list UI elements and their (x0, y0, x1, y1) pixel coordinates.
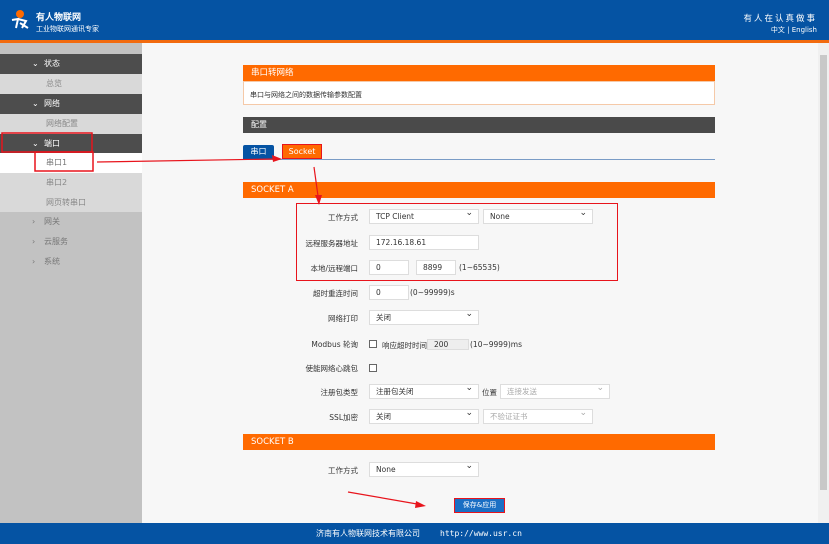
reconnect-hint: (0~99999)s (410, 288, 455, 297)
reg-type-select[interactable]: 注册包关闭 (369, 382, 479, 399)
server-address-input[interactable]: 172.16.18.61 (369, 235, 479, 250)
sidebar-item-serial1[interactable]: 串口1 (0, 153, 142, 173)
heartbeat-checkbox[interactable] (369, 364, 377, 372)
reconnect-label: 超时重连时间 (313, 289, 358, 298)
scrollbar-thumb[interactable] (820, 55, 827, 490)
cert-select[interactable]: 不验证证书 (483, 407, 593, 424)
modbus-label: Modbus 轮询 (311, 340, 358, 349)
sidebar-item-label: 网关 (44, 217, 60, 226)
modbus-checkbox[interactable] (369, 340, 377, 348)
header (0, 0, 829, 40)
ssl-label: SSL加密 (329, 413, 358, 422)
sidebar-item-port[interactable]: ⌄ 端口 (0, 134, 142, 154)
socket-b-work-mode-select[interactable]: None (369, 460, 479, 477)
local-port-input[interactable]: 0 (369, 260, 409, 275)
port-label: 本地/远程端口 (310, 264, 358, 273)
socket-b-work-mode-label: 工作方式 (328, 466, 358, 475)
sidebar-item-system[interactable]: › 系统 (0, 252, 142, 272)
slogan: 有人在认真做事 (743, 14, 817, 24)
main-content (142, 43, 818, 523)
modbus-resp-input[interactable]: 200 (427, 339, 469, 350)
work-mode-select[interactable]: TCP Client (369, 207, 479, 224)
lang-separator: | (787, 26, 790, 34)
save-apply-button[interactable]: 保存&应用 (454, 498, 505, 513)
brand-name: 有人物联网 (36, 13, 82, 23)
sidebar-item-label: 状态 (44, 59, 60, 68)
modbus-hint: (10~9999)ms (470, 340, 522, 349)
server-label: 远程服务器地址 (305, 239, 359, 248)
ssl-select[interactable]: 关闭 (369, 407, 479, 424)
socket-a-title: SOCKET A (243, 182, 715, 198)
tab-divider (243, 159, 715, 160)
chevron-down-icon: ⌄ (32, 139, 39, 148)
port-hint: (1~65535) (459, 263, 500, 272)
work-mode-label: 工作方式 (328, 213, 358, 222)
sidebar-item-label: 网络 (44, 99, 60, 108)
sidebar-item-serial2[interactable]: 串口2 (0, 173, 142, 193)
language-switch: 中文 | English (771, 25, 817, 35)
logo-icon (11, 10, 29, 29)
reconnect-input[interactable]: 0 (369, 285, 409, 300)
print-label: 网络打印 (328, 314, 358, 323)
sidebar-item-label: 系统 (44, 257, 60, 266)
position-label: 位置 (482, 388, 497, 397)
footer-url[interactable]: http://www.usr.cn (440, 523, 522, 544)
footer-company: 济南有人物联网技术有限公司 (316, 529, 420, 538)
sidebar-item-label: 端口 (44, 139, 60, 148)
sidebar-item-gateway[interactable]: › 网关 (0, 212, 142, 232)
sidebar: ⌄ 状态 总览 ⌄ 网络 网络配置 ⌄ 端口 串口1 串口2 网页转串口 › 网关 › 云… (0, 43, 142, 523)
sidebar-item-status[interactable]: ⌄ 状态 (0, 54, 142, 74)
chevron-down-icon: ⌄ (32, 99, 39, 108)
config-title: 配置 (243, 117, 715, 133)
work-mode-protocol-select[interactable]: None (483, 207, 593, 224)
sidebar-item-cloud[interactable]: › 云服务 (0, 232, 142, 252)
reg-label: 注册包类型 (320, 388, 359, 397)
modbus-resp-label: 响应超时时间 (382, 341, 427, 350)
chevron-down-icon: ⌄ (32, 59, 39, 68)
chevron-right-icon: › (32, 237, 36, 246)
sidebar-item-overview[interactable]: 总览 (0, 74, 142, 94)
brand-subtitle: 工业物联网通讯专家 (36, 25, 99, 33)
section-title: 串口转网络 (243, 65, 715, 81)
lang-chinese[interactable]: 中文 (771, 26, 785, 34)
tab-serial[interactable]: 串口 (243, 145, 274, 159)
print-select[interactable]: 关闭 (369, 308, 479, 325)
sidebar-item-network[interactable]: ⌄ 网络 (0, 94, 142, 114)
tab-socket[interactable]: Socket (282, 144, 322, 159)
footer: 济南有人物联网技术有限公司 http://www.usr.cn (0, 523, 829, 544)
remote-port-input[interactable]: 8899 (416, 260, 456, 275)
section-description: 串口与网络之间的数据传输参数配置 (243, 81, 715, 105)
lang-english[interactable]: English (792, 26, 817, 34)
chevron-right-icon: › (32, 257, 36, 266)
sidebar-item-network-config[interactable]: 网络配置 (0, 114, 142, 134)
sidebar-item-web-to-serial[interactable]: 网页转串口 (0, 193, 142, 213)
sidebar-item-label: 云服务 (44, 237, 68, 246)
socket-b-title: SOCKET B (243, 434, 715, 450)
chevron-right-icon: › (32, 217, 36, 226)
position-select[interactable]: 连接发送 (500, 382, 610, 399)
heartbeat-label: 使能网络心跳包 (305, 364, 359, 373)
